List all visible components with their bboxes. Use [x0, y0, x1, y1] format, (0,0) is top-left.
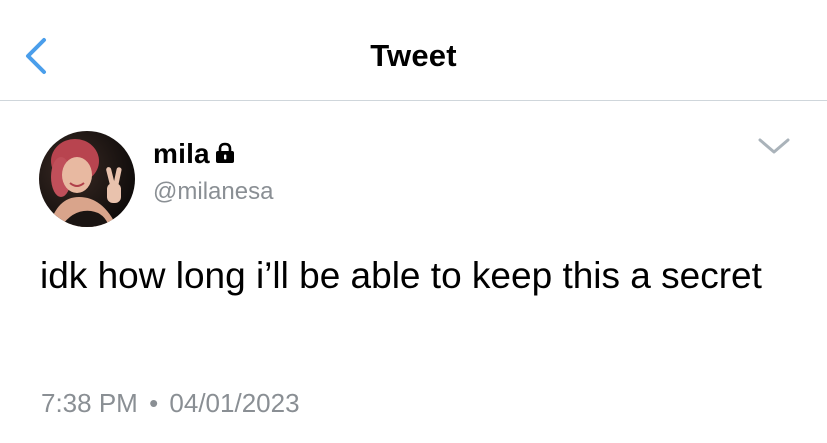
display-name[interactable]: mila	[153, 138, 210, 170]
tweet-text: idk how long i’ll be able to keep this a…	[40, 255, 762, 296]
tweet-menu-button[interactable]	[757, 134, 791, 158]
lock-icon	[214, 142, 236, 169]
top-nav-bar: Tweet	[0, 0, 827, 101]
profile-photo	[39, 131, 135, 227]
page-title: Tweet	[370, 38, 457, 73]
tweet-timestamp[interactable]: 7:38 PM • 04/01/2023	[41, 388, 300, 419]
tweet-date: 04/01/2023	[169, 388, 300, 418]
meta-separator: •	[149, 388, 159, 418]
author-name-row[interactable]: mila	[153, 137, 236, 171]
author-handle[interactable]: @milanesa	[153, 178, 273, 206]
chevron-down-icon	[758, 138, 790, 154]
tweet-time: 7:38 PM	[41, 388, 138, 418]
avatar[interactable]	[39, 131, 135, 227]
